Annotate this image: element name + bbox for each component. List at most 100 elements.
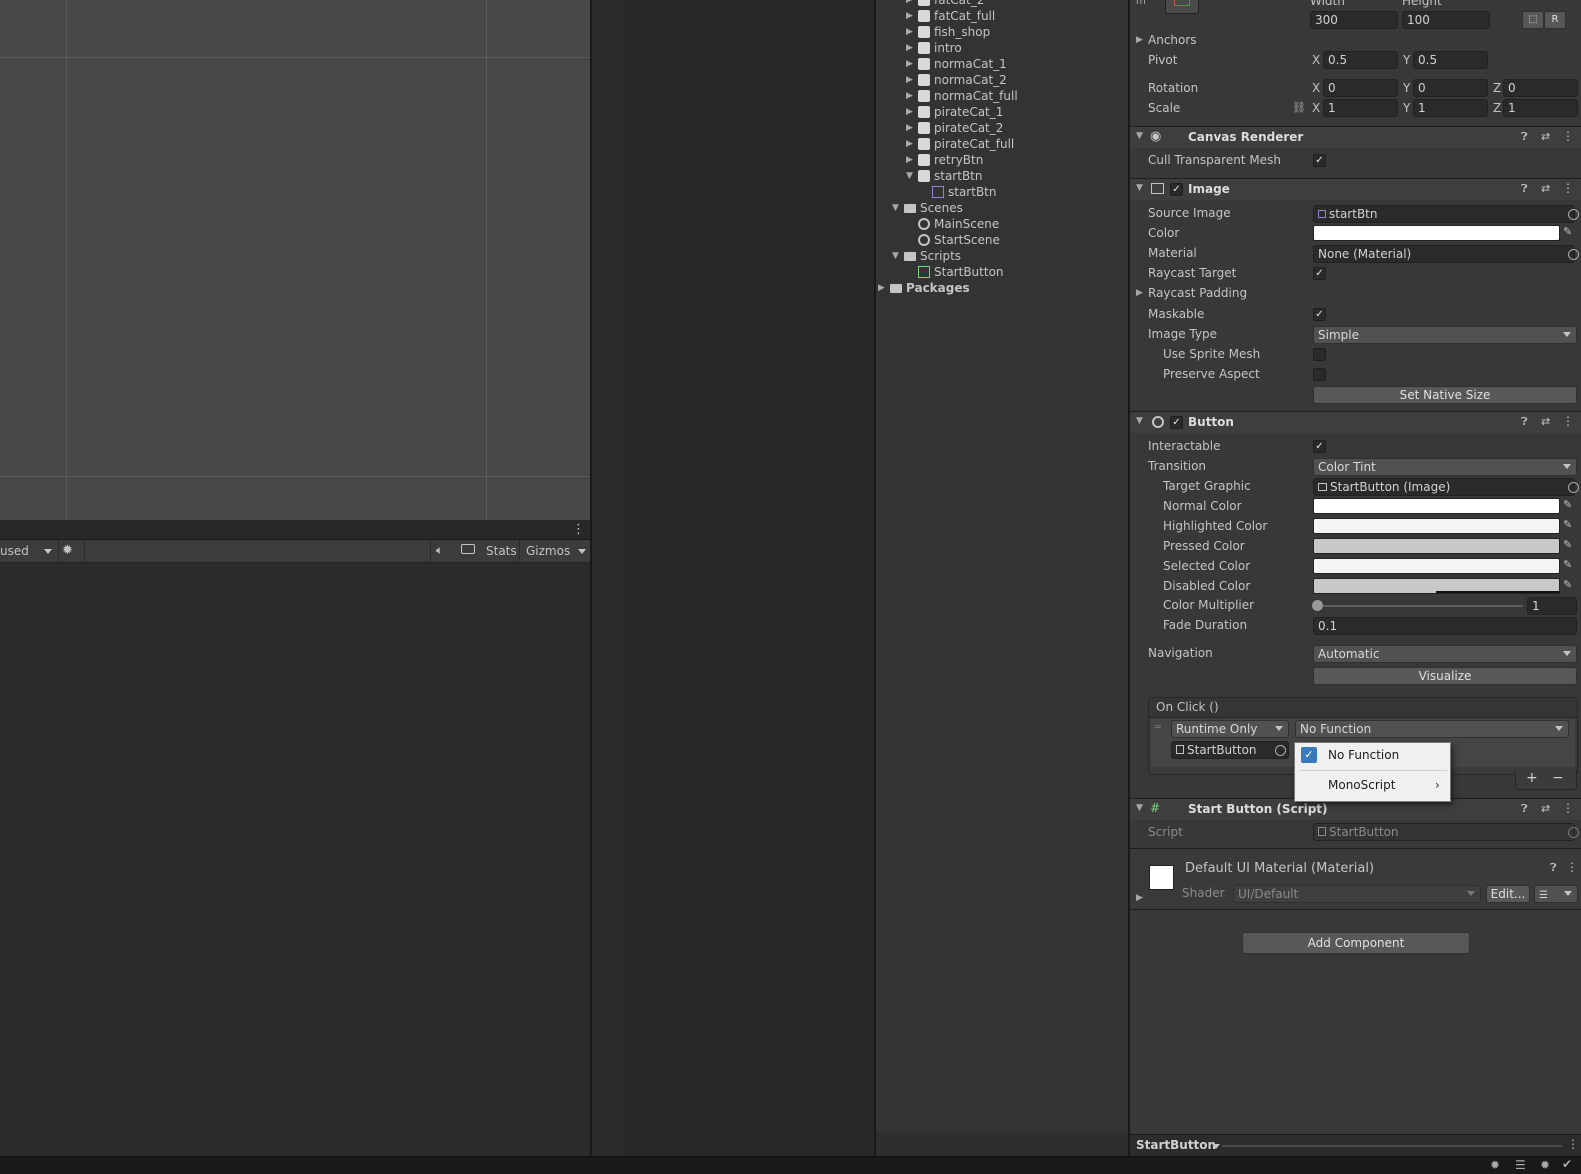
pivot-y-field[interactable]: 0.5 xyxy=(1413,51,1488,69)
chevron-down-icon[interactable] xyxy=(44,549,52,554)
color-multiplier-slider-track[interactable] xyxy=(1313,605,1523,607)
foldout-open-icon[interactable]: ▼ xyxy=(892,248,899,264)
image-type-dropdown[interactable]: Simple xyxy=(1313,326,1577,344)
selected-color-swatch[interactable] xyxy=(1313,558,1560,574)
pivot-x-field[interactable]: 0.5 xyxy=(1323,51,1398,69)
target-graphic-field[interactable]: StartButton (Image) xyxy=(1313,478,1575,496)
focus-dropdown[interactable]: used xyxy=(0,544,29,558)
more-options-icon[interactable]: ⋮ xyxy=(572,522,585,537)
foldout-arrow-icon[interactable]: ▶ xyxy=(1136,35,1143,45)
more-options-icon[interactable]: ⋮ xyxy=(1567,1137,1579,1151)
eyedropper-icon[interactable]: ✎ xyxy=(1563,225,1572,238)
link-icon[interactable]: ⛓ xyxy=(1292,101,1306,114)
more-options-icon[interactable]: ⋮ xyxy=(1566,860,1578,874)
foldout-closed-icon[interactable]: ▶ xyxy=(906,0,913,8)
object-picker-icon[interactable] xyxy=(1568,209,1579,220)
bug-icon[interactable]: ✹ xyxy=(1490,1158,1500,1172)
eyedropper-icon[interactable]: ✎ xyxy=(1563,578,1572,591)
more-options-icon[interactable]: ⋮ xyxy=(1562,801,1574,815)
foldout-open-icon[interactable]: ▼ xyxy=(906,168,913,184)
presets-icon[interactable]: ⇄ xyxy=(1541,182,1550,195)
add-component-button[interactable]: Add Component xyxy=(1242,932,1470,954)
object-picker-icon[interactable] xyxy=(1568,249,1579,260)
eyedropper-icon[interactable]: ✎ xyxy=(1563,538,1572,551)
transition-dropdown[interactable]: Color Tint xyxy=(1313,458,1577,476)
color-multiplier-field[interactable]: 1 xyxy=(1527,597,1577,615)
blueprint-mode-button[interactable]: ⬚ xyxy=(1522,11,1544,29)
help-icon[interactable]: ❓︎ xyxy=(1521,415,1528,429)
foldout-closed-icon[interactable]: ▶ xyxy=(906,88,913,104)
button-header[interactable]: ▼ ✓ Button ❓︎ ⇄ ⋮ xyxy=(1130,411,1581,433)
material-field[interactable]: None (Material) xyxy=(1313,245,1575,263)
layers-icon[interactable]: ☰ xyxy=(1515,1158,1526,1172)
status-ok-icon[interactable]: ✔ xyxy=(1562,1157,1572,1171)
scale-z-field[interactable]: 1 xyxy=(1503,99,1578,117)
foldout-closed-icon[interactable]: ▶ xyxy=(906,136,913,152)
more-options-icon[interactable]: ⋮ xyxy=(1562,129,1574,143)
foldout-closed-icon[interactable]: ▶ xyxy=(906,40,913,56)
foldout-closed-icon[interactable]: ▶ xyxy=(906,8,913,24)
raw-edit-button[interactable]: R xyxy=(1544,11,1566,29)
foldout-closed-icon[interactable]: ▶ xyxy=(906,24,913,40)
drag-handle-icon[interactable]: ═ xyxy=(1155,722,1161,733)
foldout-closed-icon[interactable]: ▶ xyxy=(878,280,885,296)
pressed-color-swatch[interactable] xyxy=(1313,538,1560,554)
fade-duration-field[interactable]: 0.1 xyxy=(1313,617,1577,635)
rotation-y-field[interactable]: 0 xyxy=(1413,79,1488,97)
raycast-padding-label[interactable]: Raycast Padding xyxy=(1148,286,1247,300)
chevron-down-icon[interactable] xyxy=(1212,1144,1220,1149)
foldout-arrow-icon[interactable]: ▼ xyxy=(1136,131,1143,141)
stats-button[interactable]: Stats xyxy=(486,544,517,558)
game-view[interactable] xyxy=(0,563,590,1156)
remove-listener-button[interactable]: − xyxy=(1552,770,1564,786)
cull-transparent-mesh-checkbox[interactable]: ✓ xyxy=(1313,154,1326,167)
width-field[interactable]: 300 xyxy=(1310,11,1398,29)
presets-icon[interactable]: ⇄ xyxy=(1541,130,1550,143)
foldout-closed-icon[interactable]: ▶ xyxy=(906,104,913,120)
eyedropper-icon[interactable]: ✎ xyxy=(1563,498,1572,511)
foldout-closed-icon[interactable]: ▶ xyxy=(906,120,913,136)
disabled-color-swatch[interactable] xyxy=(1313,578,1560,594)
visualize-button[interactable]: Visualize xyxy=(1313,667,1577,685)
foldout-open-icon[interactable]: ▼ xyxy=(892,200,899,216)
gizmos-button[interactable]: Gizmos xyxy=(526,544,570,558)
anchors-label[interactable]: Anchors xyxy=(1148,33,1197,47)
eyedropper-icon[interactable]: ✎ xyxy=(1563,558,1572,571)
image-header[interactable]: ▼ ✓ Image ❓︎ ⇄ ⋮ xyxy=(1130,178,1581,200)
canvas-renderer-header[interactable]: ▼ ◉ Canvas Renderer ❓︎ ⇄ ⋮ xyxy=(1130,126,1581,148)
audio-icon[interactable]: 🔈︎ xyxy=(436,543,443,558)
event-object-field[interactable]: StartButton xyxy=(1171,741,1289,759)
color-multiplier-slider-handle[interactable] xyxy=(1312,600,1323,611)
foldout-closed-icon[interactable]: ▶ xyxy=(906,56,913,72)
scale-y-field[interactable]: 1 xyxy=(1413,99,1488,117)
presets-icon[interactable]: ⇄ xyxy=(1541,415,1550,428)
foldout-arrow-icon[interactable]: ▼ xyxy=(1136,183,1143,193)
anchor-preset-icon[interactable]: m xyxy=(1136,0,1146,7)
normal-color-swatch[interactable] xyxy=(1313,498,1560,514)
object-picker-icon[interactable] xyxy=(1275,745,1286,756)
edit-shader-button[interactable]: Edit... xyxy=(1486,885,1530,903)
rotation-z-field[interactable]: 0 xyxy=(1503,79,1578,97)
eyedropper-icon[interactable]: ✎ xyxy=(1563,518,1572,531)
color-swatch[interactable] xyxy=(1313,225,1560,241)
keyboard-icon[interactable] xyxy=(461,544,475,554)
foldout-arrow-icon[interactable]: ▼ xyxy=(1136,416,1143,426)
shader-options-dropdown[interactable]: ☰ xyxy=(1534,885,1578,903)
help-icon[interactable]: ❓︎ xyxy=(1521,182,1528,196)
set-native-size-button[interactable]: Set Native Size xyxy=(1313,386,1577,404)
debug-off-icon[interactable]: ✹ xyxy=(1540,1158,1550,1172)
interactable-checkbox[interactable]: ✓ xyxy=(1313,440,1326,453)
shader-dropdown[interactable]: UI/Default xyxy=(1233,885,1481,903)
more-options-icon[interactable]: ⋮ xyxy=(1562,414,1574,428)
foldout-arrow-icon[interactable]: ▶ xyxy=(1136,288,1143,298)
rotation-x-field[interactable]: 0 xyxy=(1323,79,1398,97)
use-sprite-mesh-checkbox[interactable] xyxy=(1313,348,1326,361)
popup-item-no-function[interactable]: ✓ No Function xyxy=(1295,743,1450,767)
help-icon[interactable]: ❓︎ xyxy=(1550,861,1557,875)
maskable-checkbox[interactable]: ✓ xyxy=(1313,308,1326,321)
foldout-closed-icon[interactable]: ▶ xyxy=(906,152,913,168)
scene-view[interactable] xyxy=(0,0,590,520)
anchor-preset-button[interactable] xyxy=(1165,0,1199,14)
help-icon[interactable]: ❓︎ xyxy=(1521,130,1528,144)
presets-icon[interactable]: ⇄ xyxy=(1541,802,1550,815)
